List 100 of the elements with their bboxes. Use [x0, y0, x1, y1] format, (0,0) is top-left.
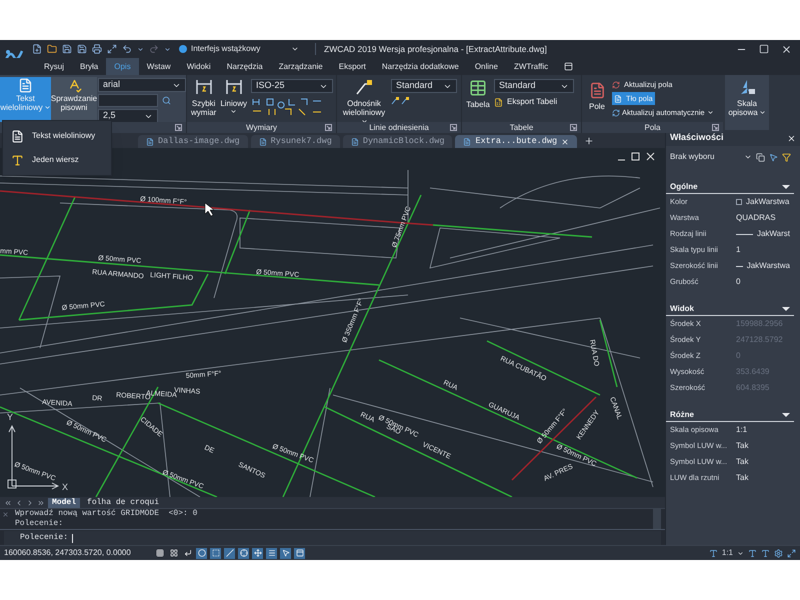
color-swatch-icon	[736, 199, 742, 205]
ribbon-tab[interactable]: Online	[466, 58, 506, 75]
drawing-file-icon	[146, 138, 154, 146]
save-icon[interactable]	[62, 44, 72, 54]
previous-layout-icon[interactable]	[15, 498, 23, 506]
single-line-text-icon	[11, 154, 24, 166]
panel-launcher-icon[interactable]	[325, 124, 332, 131]
dropdown-caret-icon[interactable]	[291, 45, 299, 53]
text-caret	[72, 534, 74, 543]
redo-icon[interactable]	[149, 44, 159, 54]
search-icon[interactable]	[162, 96, 171, 105]
fullscreen-icon[interactable]	[787, 548, 796, 558]
section-header[interactable]: Ogólne	[666, 180, 794, 194]
drafting-toggle[interactable]	[210, 548, 221, 558]
ribbon-tab[interactable]: Rysuj	[36, 58, 72, 75]
folder-icon[interactable]	[47, 44, 57, 54]
undo-icon[interactable]	[122, 44, 132, 54]
export-table-button[interactable]: Eksport Tabeli	[494, 96, 574, 108]
drawing-file-icon	[350, 138, 359, 146]
linear-dimension-button[interactable]: Liniowy	[220, 79, 248, 115]
menu-item[interactable]: Jeden wiersz	[3, 148, 111, 172]
font-dropdown[interactable]: arial	[98, 78, 186, 92]
drafting-toggle[interactable]	[182, 548, 193, 558]
ribbon-tab[interactable]: Narzędzia dodatkowe	[374, 58, 467, 75]
panel-launcher-icon[interactable]	[175, 124, 182, 131]
table-button[interactable]: Tabela	[466, 79, 490, 109]
next-layout-icon[interactable]	[26, 498, 34, 506]
field-button[interactable]: Pole	[586, 82, 608, 111]
dimension-icon	[224, 79, 243, 95]
property-value: 1:1	[736, 424, 748, 436]
annotation-scale-value[interactable]: 1:1	[722, 547, 733, 559]
ribbon-tab[interactable]: Widoki	[178, 58, 219, 75]
property-value: JakWarst	[756, 228, 790, 240]
drafting-toggle[interactable]	[294, 548, 305, 558]
property-value: JakWarstwa	[746, 260, 790, 272]
section-header[interactable]: Różne	[666, 408, 794, 422]
drafting-toggle[interactable]	[252, 548, 263, 558]
polar-icon	[198, 549, 206, 557]
text-height-input[interactable]	[98, 94, 158, 107]
drafting-toggle[interactable]	[280, 548, 291, 558]
ribbon-tab[interactable]: ZWTraffic	[506, 58, 556, 75]
spell-check-button[interactable]: Sprawdzanie pisowni	[51, 77, 97, 122]
command-history-line: Polecenie:	[15, 519, 64, 529]
panel-launcher-icon[interactable]	[712, 124, 719, 131]
select-objects-icon[interactable]	[769, 152, 778, 162]
layout-tab[interactable]: folha de croqui	[83, 498, 164, 508]
command-input[interactable]: Polecenie:	[4, 531, 661, 545]
ribbon-tab[interactable]: Bryła	[72, 58, 106, 75]
leader-style-dropdown[interactable]: Standard	[391, 79, 457, 93]
caret-icon[interactable]	[737, 550, 744, 556]
property-value: 604.8395	[736, 382, 770, 394]
settings-icon[interactable]	[774, 548, 783, 558]
ribbon-tab[interactable]: Eksport	[330, 58, 374, 75]
quick-select-icon[interactable]	[782, 152, 791, 162]
undo-caret-icon[interactable]	[137, 46, 144, 52]
ribbon-toggle-icon[interactable]	[564, 62, 574, 71]
multiline-text-icon	[11, 130, 24, 142]
panel-launcher-icon[interactable]	[570, 124, 577, 131]
workspace-dropdown[interactable]: Interfejs wstążkowy	[179, 43, 279, 55]
ribbon-tab[interactable]: Zarządzanie	[270, 58, 331, 75]
table-export-icon	[494, 98, 503, 106]
drafting-toggle[interactable]	[238, 548, 249, 558]
viewport-restore-icon[interactable]	[632, 152, 640, 160]
quick-dimension-button[interactable]: Szybki wymiar	[191, 79, 216, 117]
first-layout-icon[interactable]	[4, 498, 12, 506]
print-icon[interactable]	[92, 44, 102, 54]
table-style-dropdown[interactable]: Standard	[494, 79, 574, 93]
drafting-toggle[interactable]	[168, 548, 179, 558]
new-tab-icon[interactable]	[584, 136, 594, 146]
save-as-icon[interactable]	[77, 44, 87, 54]
drafting-toggle[interactable]	[154, 548, 165, 558]
panel-launcher-icon[interactable]	[450, 124, 457, 131]
text-height-dropdown[interactable]: 2,5	[98, 109, 158, 123]
ribbon-tab[interactable]: Narzędzia	[218, 58, 271, 75]
drafting-toggle[interactable]	[224, 548, 235, 558]
toggle-pickadd-icon[interactable]	[756, 152, 765, 162]
close-icon[interactable]	[787, 134, 796, 142]
close-icon[interactable]	[781, 44, 792, 54]
document-tab[interactable]: Dallas-image.dwg	[138, 135, 248, 148]
drafting-toggle[interactable]	[196, 548, 207, 558]
drafting-toggle[interactable]	[266, 548, 277, 558]
section-header[interactable]: Widok	[666, 302, 794, 316]
ucs-axes-icon	[8, 425, 59, 490]
close-command-icon[interactable]	[2, 511, 9, 518]
selection-dropdown[interactable]: Brak wyboru	[670, 151, 752, 163]
dimension-style-dropdown[interactable]: ISO-25	[251, 79, 334, 93]
layout-tab[interactable]: Model	[48, 498, 80, 508]
property-value: Tak	[736, 440, 748, 452]
new-file-icon[interactable]	[32, 44, 42, 54]
document-tab[interactable]: Extra...bute.dwg	[455, 135, 578, 148]
document-tab[interactable]: DynamicBlock.dwg	[342, 135, 452, 148]
document-tab[interactable]: Rysunek7.dwg	[250, 135, 340, 148]
menu-item[interactable]: Tekst wieloliniowy	[3, 124, 111, 148]
last-layout-icon[interactable]	[37, 498, 45, 506]
multiline-text-icon	[18, 78, 33, 93]
redo-caret-icon[interactable]	[164, 46, 171, 52]
grid-icon	[156, 549, 164, 557]
ribbon-tab[interactable]: Wstaw	[138, 58, 179, 75]
viewport-close-icon[interactable]	[646, 152, 654, 160]
maximize-icon[interactable]	[759, 44, 769, 54]
